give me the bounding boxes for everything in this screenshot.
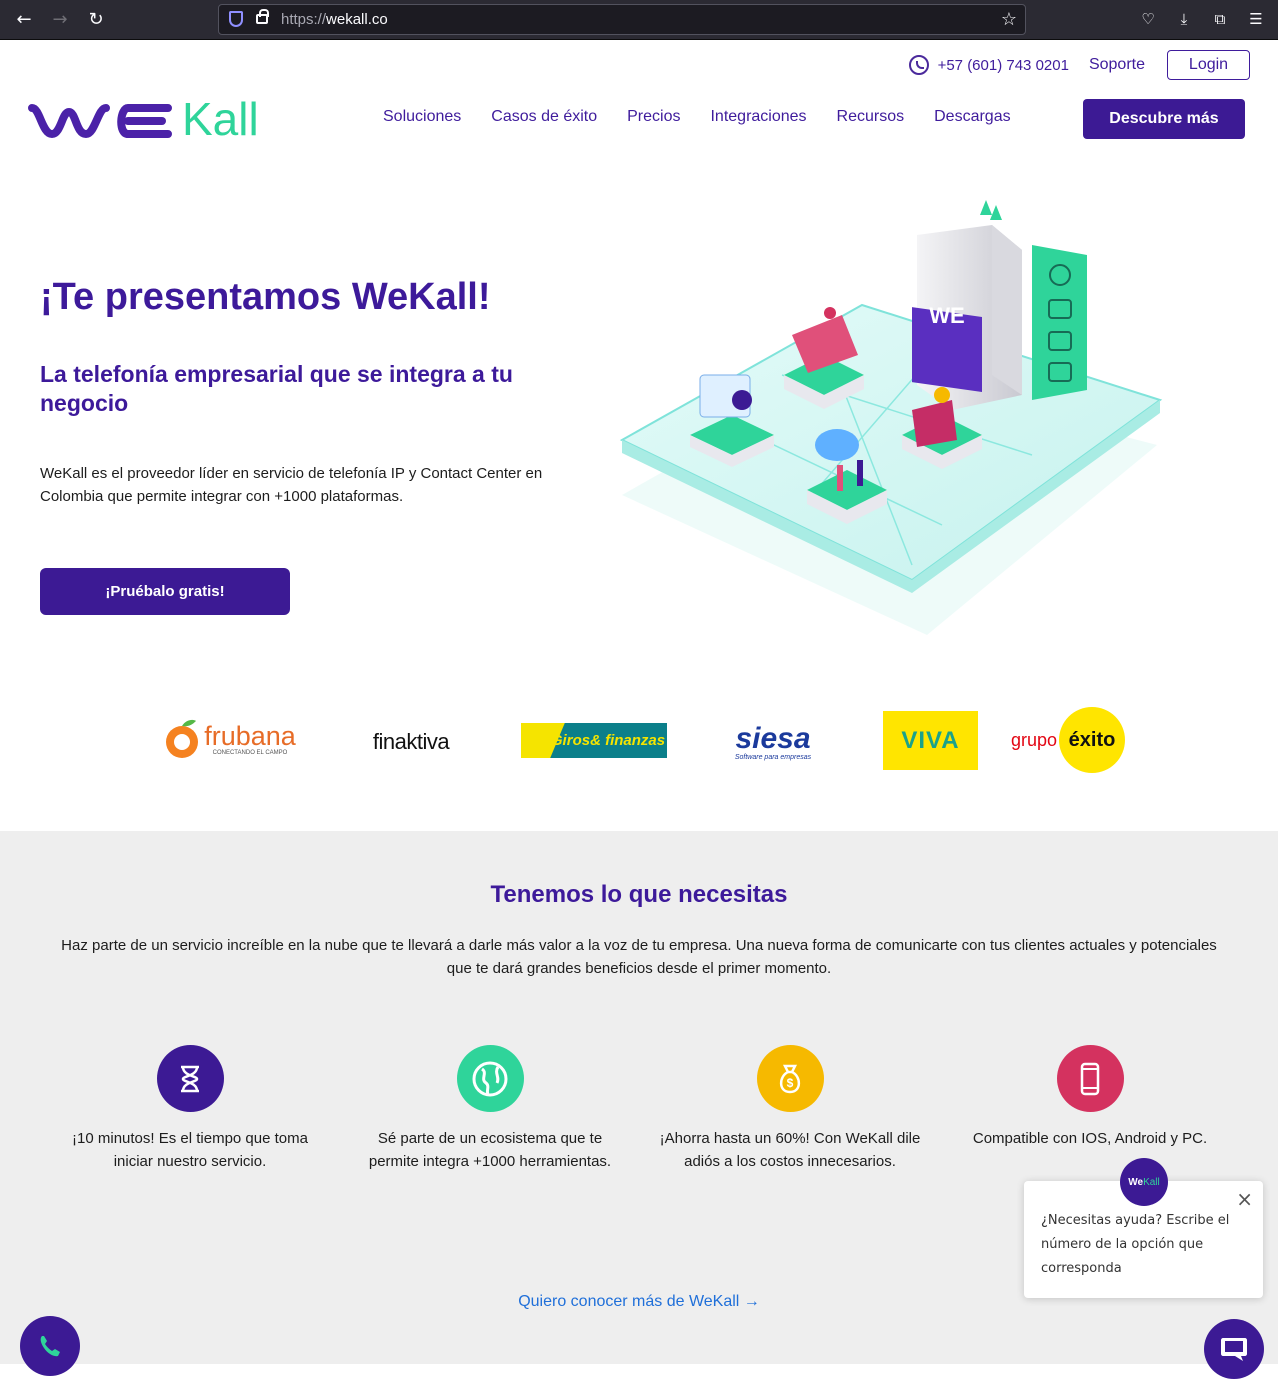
phone-call-icon — [40, 1336, 60, 1357]
hero-isometric-illustration: WE — [619, 200, 1163, 635]
nav-item-soluciones[interactable]: Soluciones — [383, 108, 461, 126]
address-bar[interactable]: https://wekall.co ☆ — [218, 4, 1026, 35]
browser-toolbar: ← → ↻ https://wekall.co ☆ ♡ ⤓ ⧉ ☰ — [0, 0, 1278, 40]
we-logo-mark — [28, 104, 172, 139]
client-logo-frubana: frubana CONECTANDO EL CAMPO — [155, 714, 305, 764]
try-free-button[interactable]: ¡Pruébalo gratis! — [40, 568, 290, 615]
feature-card-savings: $ ¡Ahorra hasta un 60%! Con WeKall dile … — [655, 1045, 925, 1173]
client-logo-viva: VIVA — [883, 711, 978, 770]
extensions-icon[interactable]: ⧉ — [1209, 8, 1231, 30]
client-logos: frubana CONECTANDO EL CAMPO finaktiva Gi… — [0, 700, 1278, 790]
hourglass-icon — [156, 1045, 224, 1112]
bookmark-star-icon[interactable]: ☆ — [1001, 9, 1017, 30]
money-bag-icon: $ — [756, 1045, 824, 1112]
client-logo-grupo-exito: grupo éxito — [1008, 706, 1128, 774]
download-icon[interactable]: ⤓ — [1173, 8, 1195, 30]
nav-item-precios[interactable]: Precios — [627, 108, 680, 126]
forward-icon[interactable]: → — [48, 8, 72, 32]
chat-message: ¿Necesitas ayuda? Escribe el número de l… — [1041, 1213, 1230, 1276]
support-link[interactable]: Soporte — [1089, 56, 1145, 74]
client-logo-finaktiva: finaktiva — [372, 729, 450, 754]
nav-item-descargas[interactable]: Descargas — [934, 108, 1010, 126]
feature-card-compatibility: Compatible con IOS, Android y PC. — [955, 1045, 1225, 1150]
tracking-protection-icon[interactable] — [229, 11, 243, 27]
client-logo-siesa: siesa Software para empresas — [734, 721, 812, 761]
login-button[interactable]: Login — [1167, 50, 1250, 80]
menu-icon[interactable]: ☰ — [1245, 8, 1267, 30]
phone-link[interactable]: +57 (601) 743 0201 — [938, 57, 1069, 74]
whatsapp-icon[interactable] — [908, 55, 929, 75]
url-text[interactable]: https://wekall.co — [281, 11, 388, 28]
nav-item-recursos[interactable]: Recursos — [837, 108, 905, 126]
logo-kall-text: Kall — [182, 93, 259, 145]
globe-icon — [456, 1045, 524, 1112]
feature-card-ecosystem: Sé parte de un ecosistema que te permite… — [355, 1045, 625, 1173]
lock-icon[interactable] — [256, 9, 269, 24]
frubana-fruit-icon — [166, 719, 199, 758]
nav-item-integraciones[interactable]: Integraciones — [710, 108, 806, 126]
reload-icon[interactable]: ↻ — [84, 8, 108, 32]
discover-more-button[interactable]: Descubre más — [1083, 99, 1245, 139]
svg-text:WE: WE — [929, 303, 964, 328]
pocket-icon[interactable]: ♡ — [1137, 8, 1159, 30]
chat-avatar: WeKall — [1120, 1158, 1168, 1206]
client-logo-giros-finanzas: Giros& finanzas — [521, 723, 667, 758]
call-button[interactable] — [20, 1316, 80, 1376]
mobile-phone-icon — [1056, 1045, 1124, 1112]
features-description: Haz parte de un servicio increíble en la… — [61, 937, 1217, 977]
chat-open-button[interactable] — [1204, 1319, 1264, 1379]
chat-bubble-icon — [1221, 1338, 1247, 1361]
contact-bar: +57 (601) 743 0201 Soporte Login — [908, 50, 1250, 80]
feature-card-setup-time: ¡10 minutos! Es el tiempo que toma inici… — [55, 1045, 325, 1173]
server-tower: WE — [912, 200, 1087, 410]
hero-description: WeKall es el proveedor líder en servicio… — [40, 465, 543, 505]
features-title: Tenemos lo que necesitas — [490, 881, 788, 908]
svg-text:$: $ — [787, 1076, 794, 1090]
main-nav: Soluciones Casos de éxito Precios Integr… — [383, 108, 1011, 126]
wekall-logo[interactable]: Kall — [28, 96, 259, 142]
hero-title: ¡Te presentamos WeKall! — [40, 276, 491, 318]
hero-subtitle: La telefonía empresarial que se integra … — [40, 361, 513, 416]
nav-item-casos-de-exito[interactable]: Casos de éxito — [491, 108, 597, 126]
back-icon[interactable]: ← — [12, 8, 36, 32]
chat-close-icon[interactable]: × — [1236, 1187, 1253, 1211]
